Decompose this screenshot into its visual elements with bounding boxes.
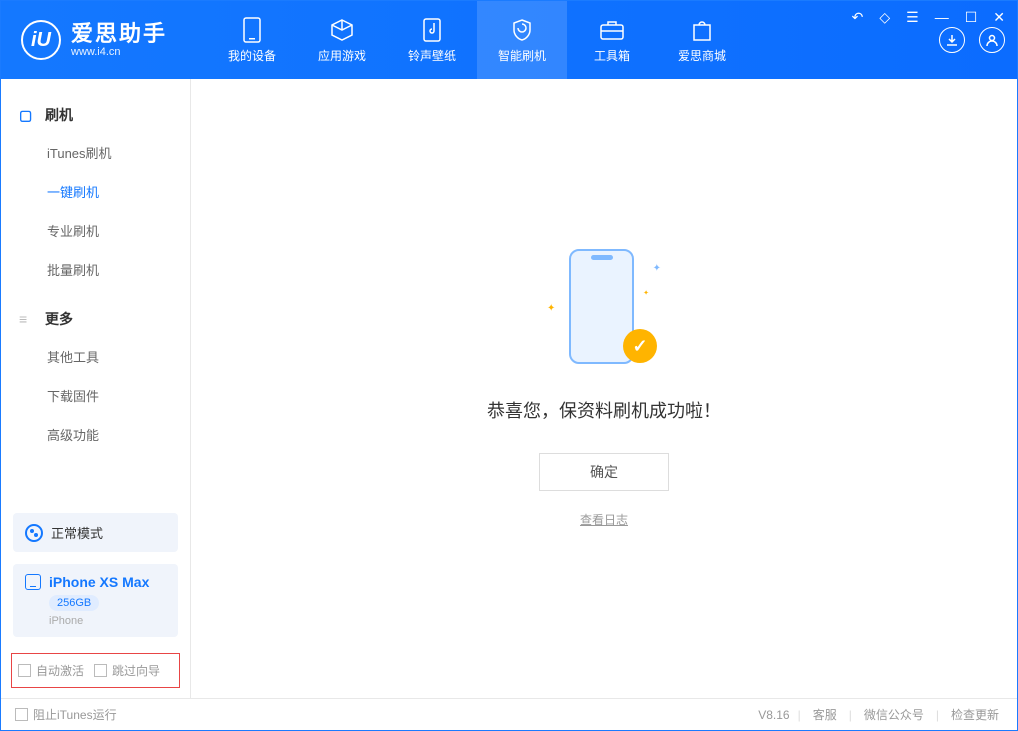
checkbox-auto-activate[interactable]: 自动激活 <box>18 662 84 679</box>
app-url: www.i4.cn <box>71 46 167 58</box>
checkbox-block-itunes[interactable]: 阻止iTunes运行 <box>15 706 117 723</box>
main-content: ✓ ✦ ✦ ✦ 恭喜您，保资料刷机成功啦！ 确定 查看日志 <box>191 79 1017 698</box>
footer: 阻止iTunes运行 V8.16 | 客服 | 微信公众号 | 检查更新 <box>1 698 1017 730</box>
header-actions <box>939 27 1005 53</box>
device-storage: 256GB <box>49 595 99 611</box>
device-card[interactable]: iPhone XS Max 256GB iPhone <box>13 564 178 637</box>
tab-toolbox[interactable]: 工具箱 <box>567 1 657 79</box>
sparkle-icon: ✦ <box>547 303 555 314</box>
back-icon[interactable]: ↶ <box>848 7 868 28</box>
sparkle-icon: ✦ <box>643 289 649 297</box>
view-log-link[interactable]: 查看日志 <box>580 511 628 528</box>
close-button[interactable]: ✕ <box>989 7 1009 28</box>
highlighted-options: 自动激活 跳过向导 <box>11 653 180 688</box>
menu-icon[interactable]: ☰ <box>902 7 923 28</box>
bag-icon <box>689 17 715 43</box>
window-controls: ↶ ◇ ☰ ― ☐ ✕ <box>848 7 1009 28</box>
success-message: 恭喜您，保资料刷机成功啦！ <box>487 397 721 423</box>
tab-store[interactable]: 爱思商城 <box>657 1 747 79</box>
checkmark-badge-icon: ✓ <box>623 329 657 363</box>
tab-smart-flash[interactable]: 智能刷机 <box>477 1 567 79</box>
sparkle-icon: ✦ <box>653 263 661 274</box>
device-small-icon <box>25 574 41 590</box>
footer-support-link[interactable]: 客服 <box>809 706 841 723</box>
sidebar-item-download-firmware[interactable]: 下载固件 <box>1 376 190 415</box>
checkbox-icon <box>94 664 107 677</box>
tab-apps-games[interactable]: 应用游戏 <box>297 1 387 79</box>
sidebar: ▢ 刷机 iTunes刷机 一键刷机 专业刷机 批量刷机 ≡ 更多 其他工具 下… <box>1 79 191 698</box>
account-button[interactable] <box>979 27 1005 53</box>
music-icon <box>419 17 445 43</box>
logo-icon: iU <box>21 20 61 60</box>
cube-icon <box>329 17 355 43</box>
confirm-button[interactable]: 确定 <box>539 453 669 491</box>
device-type: iPhone <box>49 615 166 627</box>
maximize-button[interactable]: ☐ <box>961 7 982 28</box>
version-label: V8.16 <box>758 708 789 722</box>
mode-label: 正常模式 <box>51 523 103 542</box>
checkbox-icon <box>15 708 28 721</box>
sidebar-item-advanced[interactable]: 高级功能 <box>1 415 190 454</box>
device-icon <box>239 17 265 43</box>
menu-lines-icon: ≡ <box>19 311 35 327</box>
sidebar-item-itunes-flash[interactable]: iTunes刷机 <box>1 133 190 172</box>
skin-icon[interactable]: ◇ <box>875 7 894 28</box>
tab-ringtones[interactable]: 铃声壁纸 <box>387 1 477 79</box>
logo-area: iU 爱思助手 www.i4.cn <box>21 20 167 60</box>
sidebar-item-oneclick-flash[interactable]: 一键刷机 <box>1 172 190 211</box>
success-illustration: ✓ ✦ ✦ ✦ <box>529 249 679 369</box>
checkbox-skip-guide[interactable]: 跳过向导 <box>94 662 160 679</box>
footer-wechat-link[interactable]: 微信公众号 <box>860 706 928 723</box>
checkbox-icon <box>18 664 31 677</box>
device-name: iPhone XS Max <box>49 574 149 590</box>
phone-icon: ▢ <box>19 107 35 124</box>
nav-tabs: 我的设备 应用游戏 铃声壁纸 智能刷机 工具箱 爱思商城 <box>207 1 747 79</box>
sidebar-group-more: ≡ 更多 <box>1 301 190 337</box>
mode-badge[interactable]: 正常模式 <box>13 513 178 552</box>
mode-icon <box>25 524 43 542</box>
sidebar-item-pro-flash[interactable]: 专业刷机 <box>1 211 190 250</box>
download-button[interactable] <box>939 27 965 53</box>
sidebar-group-flash: ▢ 刷机 <box>1 97 190 133</box>
sidebar-item-batch-flash[interactable]: 批量刷机 <box>1 250 190 289</box>
footer-update-link[interactable]: 检查更新 <box>947 706 1003 723</box>
tab-my-device[interactable]: 我的设备 <box>207 1 297 79</box>
sidebar-item-other-tools[interactable]: 其他工具 <box>1 337 190 376</box>
app-title: 爱思助手 <box>71 22 167 46</box>
shield-icon <box>509 17 535 43</box>
toolbox-icon <box>599 17 625 43</box>
minimize-button[interactable]: ― <box>931 7 953 28</box>
